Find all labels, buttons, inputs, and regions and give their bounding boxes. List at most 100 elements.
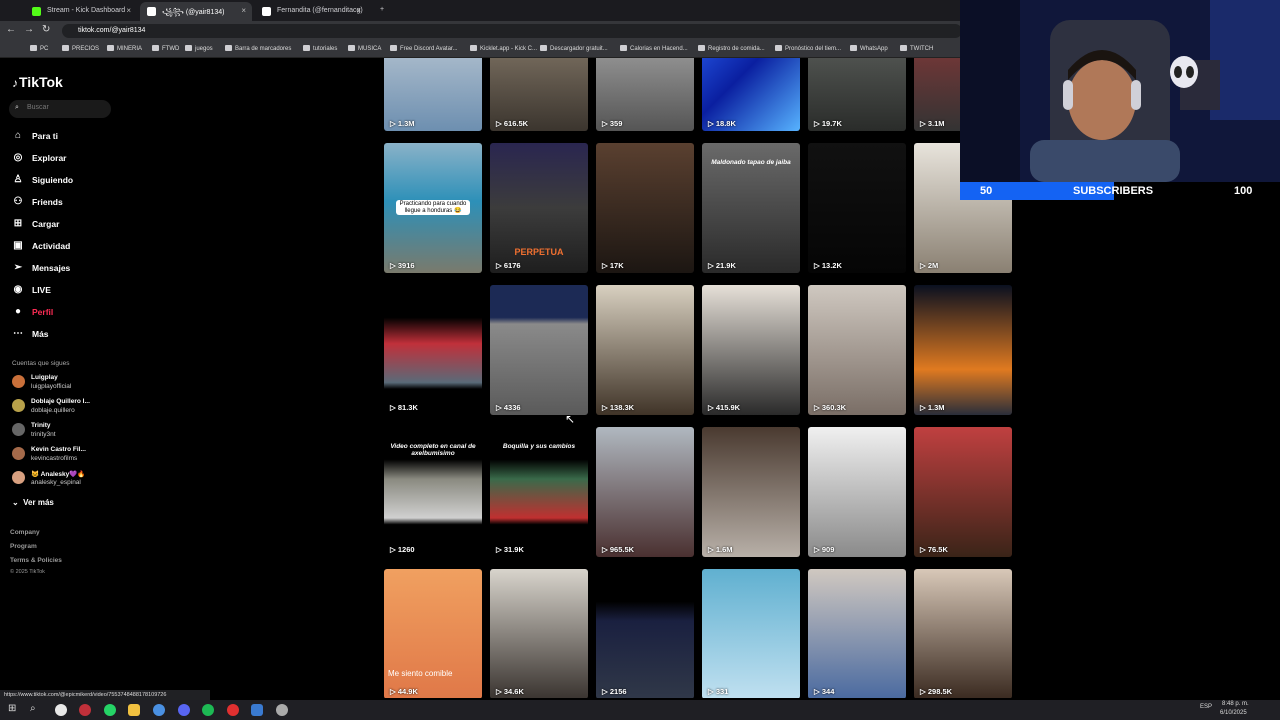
spotify-icon[interactable] [202,704,214,716]
video-tile[interactable]: ▷ 81.3K [384,285,482,415]
close-icon[interactable]: × [126,6,131,15]
reload-icon[interactable]: ↻ [42,24,50,35]
bookmark-item[interactable]: WhatsApp [850,45,888,52]
bookmark-item[interactable]: Descargador gratuit... [540,45,608,52]
bookmark-item[interactable]: MUSICA [348,45,381,52]
bookmark-item[interactable]: PC [30,45,48,52]
view-count: ▷ 965.5K [602,545,634,554]
sidebar-item-perfil[interactable]: ● Perfil [12,306,53,321]
video-tile[interactable]: ▷ 415.9K [702,285,800,415]
browser-tab[interactable]: ꧁꧂ (@yair8134) × [140,2,252,21]
video-tile[interactable]: ▷ 2156 [596,569,694,698]
view-count: ▷ 2M [920,261,938,270]
video-tile[interactable]: ▷ 4336 [490,285,588,415]
back-icon[interactable]: ← [6,24,16,35]
video-tile[interactable]: Practicando para cuando llegue a hondura… [384,143,482,273]
video-tile[interactable]: ▷ 13.2K [808,143,906,273]
video-tile[interactable]: ▷ 360.3K [808,285,906,415]
bookmark-item[interactable]: Free Discord Avatar... [390,45,458,52]
discord-icon[interactable] [178,704,190,716]
sidebar-item-mensajes[interactable]: ➢ Mensajes [12,262,71,277]
file-explorer-icon[interactable] [128,704,140,716]
video-tile[interactable]: ▷ 19.7K [808,58,906,131]
video-tile[interactable]: Me siento comible ▷ 44.9K [384,569,482,698]
bookmark-item[interactable]: Barra de marcadores [225,45,291,52]
bookmark-item[interactable]: Calorias en Hacend... [620,45,688,52]
sidebar-item-explorar[interactable]: ◎ Explorar [12,152,67,167]
app-icon[interactable] [276,704,288,716]
chrome-icon[interactable] [153,704,165,716]
video-tile[interactable]: ▷ 17K [596,143,694,273]
sidebar-item-parati[interactable]: ⌂ Para ti [12,130,58,145]
search-input[interactable]: ⌕ Buscar [9,100,111,118]
video-tile[interactable]: ▷ 909 [808,427,906,557]
video-tile[interactable]: Video completo en canal de axelbumisimo ▷… [384,427,482,557]
view-count-value: 76.5K [927,545,948,554]
video-tile[interactable]: ▷ 616.5K [490,58,588,131]
play-icon: ▷ [814,119,822,128]
see-more-button[interactable]: ⌄ Ver más [12,498,54,507]
clock-time[interactable]: 8:48 p. m. [1222,701,1249,707]
video-tile[interactable]: PERPETUA ▷ 6176 [490,143,588,273]
bookmark-item[interactable]: FTWD [152,45,179,52]
whatsapp-icon[interactable] [104,704,116,716]
sidebar-item-siguiendo[interactable]: ♙ Siguiendo [12,174,74,189]
bookmark-item[interactable]: Pronóstico del tiem... [775,45,841,52]
sidebar-item-ms[interactable]: ⋯ Más [12,328,49,343]
browser-tab[interactable]: Fernandita (@fernanditacg) × [255,2,367,21]
app-icon[interactable] [251,704,263,716]
footer-link[interactable]: Terms & Policies [10,557,62,564]
video-tile[interactable]: ▷ 18.8K [702,58,800,131]
video-tile[interactable]: cual es tu sueño▷ 1.3M [384,58,482,131]
account-name: Luigplay [31,374,58,381]
sidebar-item-friends[interactable]: ⚇ Friends [12,196,63,211]
search-icon: ⌕ [15,104,19,111]
video-tile[interactable]: ▷ 331 [702,569,800,698]
play-icon: ▷ [920,545,928,554]
video-tile[interactable]: ▷ 34.6K [490,569,588,698]
view-count: ▷ 1.6M [708,545,733,554]
close-icon[interactable]: × [241,6,246,15]
sidebar-item-cargar[interactable]: ⊞ Cargar [12,218,60,233]
clock-date[interactable]: 6/10/2025 [1220,710,1247,716]
url-input[interactable]: tiktok.com/@yair8134 [62,24,962,38]
video-tile[interactable]: ▷ 76.5K [914,427,1012,557]
language-indicator[interactable]: ESP [1200,704,1212,710]
footer-link[interactable]: Program [10,543,37,550]
video-tile[interactable]: ▷ 359 [596,58,694,131]
bookmark-item[interactable]: TWITCH [900,45,933,52]
video-tile[interactable]: ▷ 965.5K [596,427,694,557]
sidebar-item-actividad[interactable]: ▣ Actividad [12,240,70,255]
tiktok-logo[interactable]: ♪TikTok [12,74,63,90]
view-count-value: 3.1M [927,119,945,128]
bookmark-item[interactable]: Kicklet.app - Kick C... [470,45,537,52]
play-icon: ▷ [920,119,928,128]
video-caption: Practicando para cuando llegue a hondura… [396,200,470,215]
video-tile[interactable]: Boquilla y sus cambios ▷ 31.9K [490,427,588,557]
windows-start-icon[interactable]: ⊞ [8,703,20,715]
new-tab-icon[interactable]: + [374,2,384,21]
sidebar-item-label: Mensajes [32,263,71,273]
view-count: ▷ 1260 [390,545,415,554]
video-tile[interactable]: Maldonado tapao de jaiba ▷ 21.9K [702,143,800,273]
close-icon[interactable]: × [356,6,361,15]
bookmark-item[interactable]: PRECIOS [62,45,99,52]
app-icon[interactable] [79,704,91,716]
view-count-value: 44.9K [397,687,418,696]
forward-icon[interactable]: → [24,24,34,35]
bookmark-item[interactable]: juegos [185,45,213,52]
browser-tab[interactable]: Stream - Kick Dashboard × [25,2,137,21]
video-tile[interactable]: ▷ 344 [808,569,906,698]
bookmark-item[interactable]: MINERIA [107,45,142,52]
video-tile[interactable]: ▷ 138.3K [596,285,694,415]
bookmark-item[interactable]: tutoriales [303,45,337,52]
video-tile[interactable]: ▷ 1.6M [702,427,800,557]
bookmark-item[interactable]: Registro de comida... [698,45,765,52]
obs-icon[interactable] [227,704,239,716]
search-icon[interactable]: ⌕ [30,703,42,715]
video-tile[interactable]: ▷ 298.5K [914,569,1012,698]
sidebar-item-live[interactable]: ◉ LIVE [12,284,51,299]
video-tile[interactable]: ▷ 1.3M [914,285,1012,415]
footer-link[interactable]: Company [10,529,40,536]
clock-app-icon[interactable] [55,704,67,716]
